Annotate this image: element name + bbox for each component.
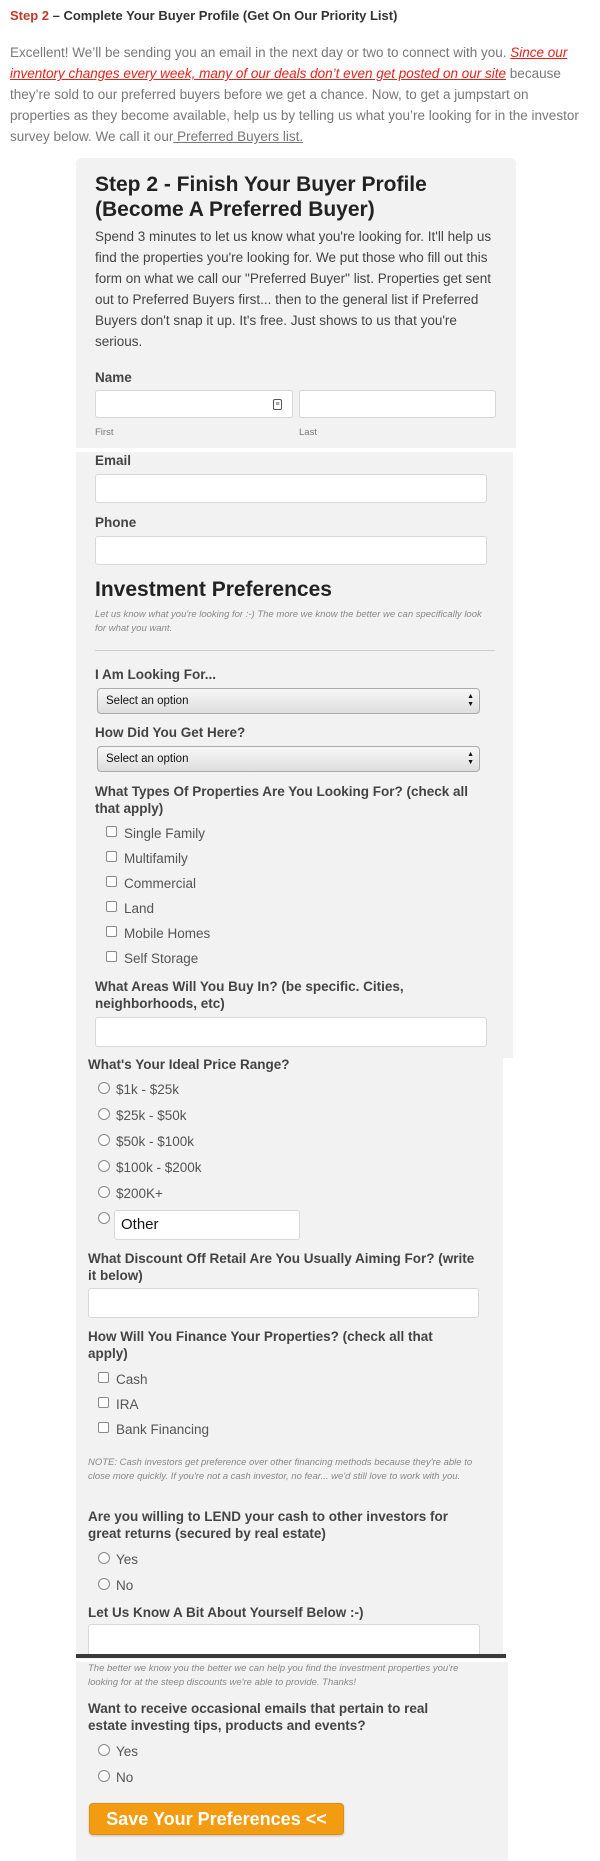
property-type-option-label: Mobile Homes [124, 926, 211, 941]
checkbox[interactable] [98, 1397, 109, 1408]
step-heading: Step 2 – Complete Your Buyer Profile (Ge… [10, 8, 397, 23]
checkbox[interactable] [106, 951, 117, 962]
price-option-label: $50k - $100k [116, 1134, 195, 1149]
finance-option-label: IRA [116, 1397, 139, 1412]
radio-button[interactable] [98, 1744, 110, 1756]
emails-option-label: Yes [116, 1744, 139, 1759]
checkbox[interactable] [106, 851, 117, 862]
investment-note: Let us know what you're looking for :-) … [95, 609, 482, 634]
finance-option-label: Bank Financing [116, 1422, 210, 1437]
select-arrows-icon: ▲ ▼ [467, 751, 474, 766]
finance-label: How Will You Finance Your Properties? (c… [88, 1329, 433, 1361]
property-type-option-label: Land [124, 901, 155, 916]
checkbox[interactable] [98, 1422, 109, 1433]
intro-text-1: Excellent! We’ll be sending you an email… [10, 45, 511, 60]
section-rule [95, 650, 495, 651]
lend-option-label: Yes [116, 1552, 139, 1567]
checkbox[interactable] [106, 826, 117, 837]
property-type-option-label: Self Storage [124, 951, 199, 966]
areas-label: What Areas Will You Buy In? (be specific… [95, 979, 404, 1011]
investment-preferences-title: Investment Preferences [95, 578, 332, 601]
price-option-label: $100k - $200k [116, 1160, 202, 1175]
radio-button[interactable] [98, 1552, 110, 1564]
radio-button[interactable] [98, 1578, 110, 1590]
price-other-input[interactable]: Other [114, 1210, 300, 1240]
price-range-label: What's Your Ideal Price Range? [88, 1057, 290, 1072]
form-description: Spend 3 minutes to let us know what you'… [95, 229, 492, 349]
form-title: Step 2 - Finish Your Buyer Profile (Beco… [95, 173, 427, 221]
about-textarea[interactable] [88, 1624, 480, 1654]
radio-button[interactable] [98, 1108, 110, 1120]
looking-for-label: I Am Looking For... [95, 667, 216, 682]
phone-label: Phone [95, 515, 137, 530]
areas-input[interactable] [95, 1017, 487, 1047]
discount-input[interactable] [88, 1288, 479, 1318]
preferred-buyers-link[interactable]: Preferred Buyers list. [173, 129, 303, 144]
about-note: The better we know you the better we can… [88, 1663, 459, 1688]
step-label: Step 2 [10, 8, 50, 23]
radio-button[interactable] [98, 1134, 110, 1146]
select-arrows-icon: ▲ ▼ [467, 693, 474, 708]
contact-card-icon: ≡ [273, 399, 282, 410]
property-type-option-label: Single Family [124, 826, 206, 841]
radio-button[interactable] [98, 1082, 110, 1094]
finance-note: NOTE: Cash investors get preference over… [88, 1457, 473, 1482]
property-type-option-label: Commercial [124, 876, 197, 891]
how-get-here-value: Select an option [106, 753, 189, 765]
checkbox[interactable] [98, 1372, 109, 1383]
phone-field[interactable] [95, 536, 487, 565]
radio-button[interactable] [98, 1770, 110, 1782]
checkbox[interactable] [106, 876, 117, 887]
radio-button[interactable] [98, 1186, 110, 1198]
lend-option-label: No [116, 1578, 134, 1593]
property-type-option-label: Multifamily [124, 851, 188, 866]
how-get-here-label: How Did You Get Here? [95, 725, 246, 740]
save-preferences-button[interactable]: Save Your Preferences << [89, 1803, 344, 1835]
last-name-input[interactable] [299, 390, 496, 418]
price-option-label: $1k - $25k [116, 1082, 180, 1097]
finance-option-label: Cash [116, 1372, 148, 1387]
emails-option-label: No [116, 1770, 134, 1785]
radio-button[interactable] [98, 1160, 110, 1172]
first-sublabel: First [95, 427, 114, 438]
about-label: Let Us Know A Bit About Yourself Below :… [88, 1605, 364, 1620]
how-get-here-select[interactable]: Select an option ▲ ▼ [97, 746, 480, 772]
step-title: – Complete Your Buyer Profile (Get On Ou… [49, 8, 398, 23]
price-option-label: $25k - $50k [116, 1108, 187, 1123]
property-types-label: What Types Of Properties Are You Looking… [95, 784, 469, 816]
lend-label: Are you willing to LEND your cash to oth… [88, 1509, 449, 1541]
emails-label: Want to receive occasional emails that p… [88, 1701, 429, 1733]
discount-label: What Discount Off Retail Are You Usually… [88, 1251, 475, 1283]
looking-for-select[interactable]: Select an option ▲ ▼ [97, 688, 480, 714]
radio-button[interactable] [98, 1212, 110, 1224]
price-option-label: $200K+ [116, 1186, 163, 1201]
first-name-input[interactable]: ≡ [95, 390, 293, 418]
last-sublabel: Last [299, 427, 317, 438]
checkbox[interactable] [106, 901, 117, 912]
name-label: Name [95, 370, 132, 385]
email-label: Email [95, 453, 132, 468]
looking-for-value: Select an option [106, 695, 189, 707]
email-field[interactable] [95, 474, 487, 503]
intro-paragraph: Excellent! We’ll be sending you an email… [10, 42, 588, 147]
section-divider [76, 1654, 506, 1658]
checkbox[interactable] [106, 926, 117, 937]
